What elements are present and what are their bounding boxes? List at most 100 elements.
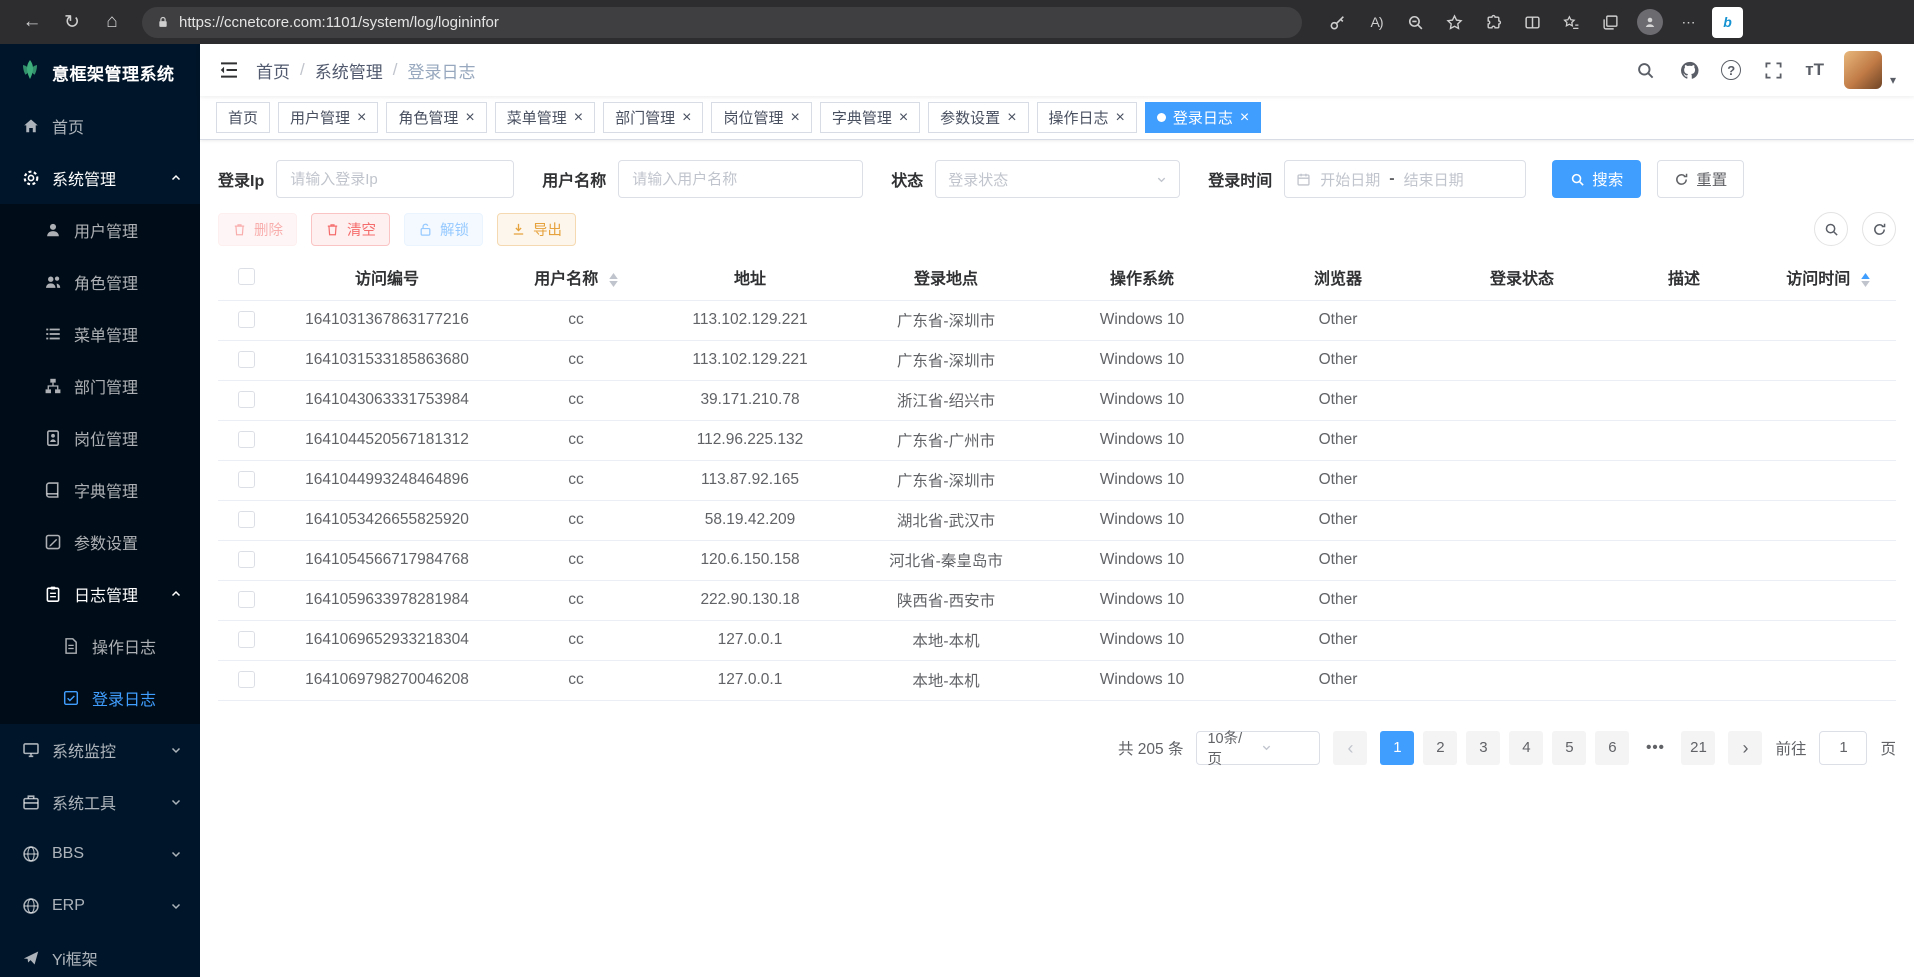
tab-参数设置[interactable]: 参数设置× — [928, 102, 1028, 133]
sidebar-item-login-log[interactable]: 登录日志 — [0, 672, 200, 724]
tab-close-icon[interactable]: × — [357, 110, 366, 126]
tab-close-icon[interactable]: × — [1007, 110, 1016, 126]
page-button-2[interactable]: 2 — [1423, 731, 1457, 765]
goto-page-input[interactable] — [1819, 731, 1867, 765]
next-page-button[interactable]: › — [1728, 731, 1762, 765]
favorites-bar-icon[interactable] — [1556, 7, 1587, 38]
page-ellipsis[interactable]: ••• — [1638, 731, 1672, 765]
collections-icon[interactable] — [1595, 7, 1626, 38]
sidebar-item-sys-monitor[interactable]: 系统监控 — [0, 724, 200, 776]
read-aloud-icon[interactable]: A) — [1361, 7, 1392, 38]
sidebar-item-user-mgmt[interactable]: 用户管理 — [0, 204, 200, 256]
page-button-4[interactable]: 4 — [1509, 731, 1543, 765]
zoom-out-icon[interactable] — [1400, 7, 1431, 38]
reset-button[interactable]: 重置 — [1657, 160, 1744, 198]
tab-close-icon[interactable]: × — [790, 110, 799, 126]
tab-部门管理[interactable]: 部门管理× — [603, 102, 703, 133]
page-size-select[interactable]: 10条/页 — [1196, 731, 1320, 765]
row-checkbox[interactable] — [238, 431, 255, 448]
delete-button[interactable]: 删除 — [218, 213, 297, 246]
end-date-placeholder[interactable]: 结束日期 — [1404, 169, 1464, 190]
tab-角色管理[interactable]: 角色管理× — [386, 102, 486, 133]
help-icon[interactable]: ? — [1721, 60, 1741, 80]
browser-refresh-icon[interactable]: ↻ — [56, 6, 88, 38]
toggle-search-button[interactable] — [1814, 212, 1848, 246]
row-checkbox[interactable] — [238, 311, 255, 328]
extensions-icon[interactable] — [1478, 7, 1509, 38]
sidebar-item-erp[interactable]: ERP — [0, 880, 200, 932]
tab-close-icon[interactable]: × — [574, 110, 583, 126]
sidebar-item-log-mgmt[interactable]: 日志管理 — [0, 568, 200, 620]
page-button-3[interactable]: 3 — [1466, 731, 1500, 765]
hamburger-icon[interactable] — [218, 59, 240, 81]
start-date-placeholder[interactable]: 开始日期 — [1320, 169, 1380, 190]
sort-icon[interactable] — [609, 273, 618, 287]
export-button[interactable]: 导出 — [497, 213, 576, 246]
tab-用户管理[interactable]: 用户管理× — [278, 102, 378, 133]
tab-close-icon[interactable]: × — [1240, 110, 1249, 126]
font-size-icon[interactable]: тT — [1805, 58, 1824, 82]
sidebar-item-post-mgmt[interactable]: 岗位管理 — [0, 412, 200, 464]
row-checkbox[interactable] — [238, 551, 255, 568]
sidebar-item-bbs[interactable]: BBS — [0, 828, 200, 880]
fullscreen-icon[interactable] — [1761, 58, 1785, 82]
sidebar-item-sys-tools[interactable]: 系统工具 — [0, 776, 200, 828]
tab-首页[interactable]: 首页 — [216, 102, 270, 133]
row-checkbox[interactable] — [238, 671, 255, 688]
sidebar-item-role-mgmt[interactable]: 角色管理 — [0, 256, 200, 308]
sidebar-item-home[interactable]: 首页 — [0, 100, 200, 152]
tab-close-icon[interactable]: × — [899, 110, 908, 126]
status-select[interactable]: 登录状态 — [935, 160, 1180, 198]
bing-icon[interactable]: b — [1712, 7, 1743, 38]
refresh-table-button[interactable] — [1862, 212, 1896, 246]
page-button-5[interactable]: 5 — [1552, 731, 1586, 765]
tab-字典管理[interactable]: 字典管理× — [820, 102, 920, 133]
row-checkbox[interactable] — [238, 591, 255, 608]
sidebar-item-system-mgmt[interactable]: 系统管理 — [0, 152, 200, 204]
sidebar-item-yi-framework[interactable]: Yi框架 — [0, 932, 200, 977]
tab-close-icon[interactable]: × — [682, 110, 691, 126]
breadcrumb-home[interactable]: 首页 — [256, 58, 290, 83]
row-checkbox[interactable] — [238, 471, 255, 488]
row-checkbox[interactable] — [238, 631, 255, 648]
sidebar-item-param-settings[interactable]: 参数设置 — [0, 516, 200, 568]
avatar-caret-icon[interactable]: ▾ — [1890, 73, 1896, 87]
tab-close-icon[interactable]: × — [1116, 110, 1125, 126]
tab-岗位管理[interactable]: 岗位管理× — [711, 102, 811, 133]
unlock-button[interactable]: 解锁 — [404, 213, 483, 246]
add-favorite-star-icon[interactable] — [1439, 7, 1470, 38]
browser-more-icon[interactable]: ⋯ — [1673, 7, 1704, 38]
user-name-input[interactable] — [618, 160, 863, 198]
url-text[interactable]: https://ccnetcore.com:1101/system/log/lo… — [179, 14, 499, 31]
col-header-user-name[interactable]: 用户名称 — [500, 254, 652, 300]
sidebar-item-dict-mgmt[interactable]: 字典管理 — [0, 464, 200, 516]
github-icon[interactable] — [1677, 58, 1701, 82]
page-button-6[interactable]: 6 — [1595, 731, 1629, 765]
col-header-visit-time[interactable]: 访问时间 — [1760, 254, 1896, 300]
tab-登录日志[interactable]: 登录日志× — [1145, 102, 1261, 133]
tab-close-icon[interactable]: × — [465, 110, 474, 126]
row-checkbox[interactable] — [238, 511, 255, 528]
address-bar[interactable]: https://ccnetcore.com:1101/system/log/lo… — [142, 7, 1302, 38]
sidebar-item-menu-mgmt[interactable]: 菜单管理 — [0, 308, 200, 360]
page-button-1[interactable]: 1 — [1380, 731, 1414, 765]
login-time-range[interactable]: 开始日期 - 结束日期 — [1284, 160, 1526, 198]
browser-back-icon[interactable]: ← — [16, 6, 48, 38]
login-ip-input[interactable] — [276, 160, 514, 198]
split-screen-icon[interactable] — [1517, 7, 1548, 38]
row-checkbox[interactable] — [238, 391, 255, 408]
password-key-icon[interactable] — [1322, 7, 1353, 38]
browser-home-icon[interactable]: ⌂ — [96, 6, 128, 38]
tab-菜单管理[interactable]: 菜单管理× — [495, 102, 595, 133]
sort-icon[interactable] — [1861, 273, 1870, 287]
search-button[interactable]: 搜索 — [1552, 160, 1641, 198]
select-all-checkbox[interactable] — [238, 268, 255, 285]
user-avatar[interactable] — [1844, 51, 1882, 89]
row-checkbox[interactable] — [238, 351, 255, 368]
page-button-21[interactable]: 21 — [1681, 731, 1715, 765]
sidebar-item-dept-mgmt[interactable]: 部门管理 — [0, 360, 200, 412]
breadcrumb-section[interactable]: 系统管理 — [315, 58, 383, 83]
header-search-icon[interactable] — [1633, 58, 1657, 82]
clear-button[interactable]: 清空 — [311, 213, 390, 246]
tab-操作日志[interactable]: 操作日志× — [1037, 102, 1137, 133]
